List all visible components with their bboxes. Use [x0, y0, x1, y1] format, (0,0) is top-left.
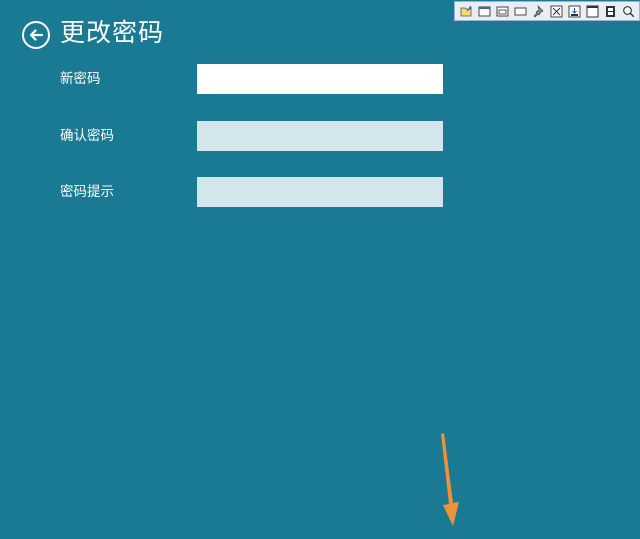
- password-hint-label: 密码提示: [60, 184, 114, 200]
- open-icon[interactable]: [458, 3, 475, 20]
- new-password-label: 新密码: [60, 71, 101, 87]
- arrow-left-icon: [28, 27, 44, 43]
- confirm-password-input[interactable]: [197, 121, 443, 151]
- rectangle-icon[interactable]: [512, 3, 529, 20]
- film-icon[interactable]: [602, 3, 619, 20]
- password-hint-input[interactable]: [197, 177, 443, 207]
- arrow-down-icon: [441, 433, 459, 526]
- new-password-input[interactable]: [197, 64, 443, 94]
- window-frame-icon[interactable]: [494, 3, 511, 20]
- window-icon[interactable]: [476, 3, 493, 20]
- close-box-icon[interactable]: [548, 3, 565, 20]
- pin-icon[interactable]: [530, 3, 547, 20]
- back-button[interactable]: [22, 21, 50, 49]
- fullscreen-icon[interactable]: [584, 3, 601, 20]
- search-icon[interactable]: [620, 3, 637, 20]
- page-title: 更改密码: [60, 18, 165, 47]
- capture-toolbar: [454, 1, 640, 21]
- save-icon[interactable]: [566, 3, 583, 20]
- confirm-password-label: 确认密码: [60, 128, 114, 144]
